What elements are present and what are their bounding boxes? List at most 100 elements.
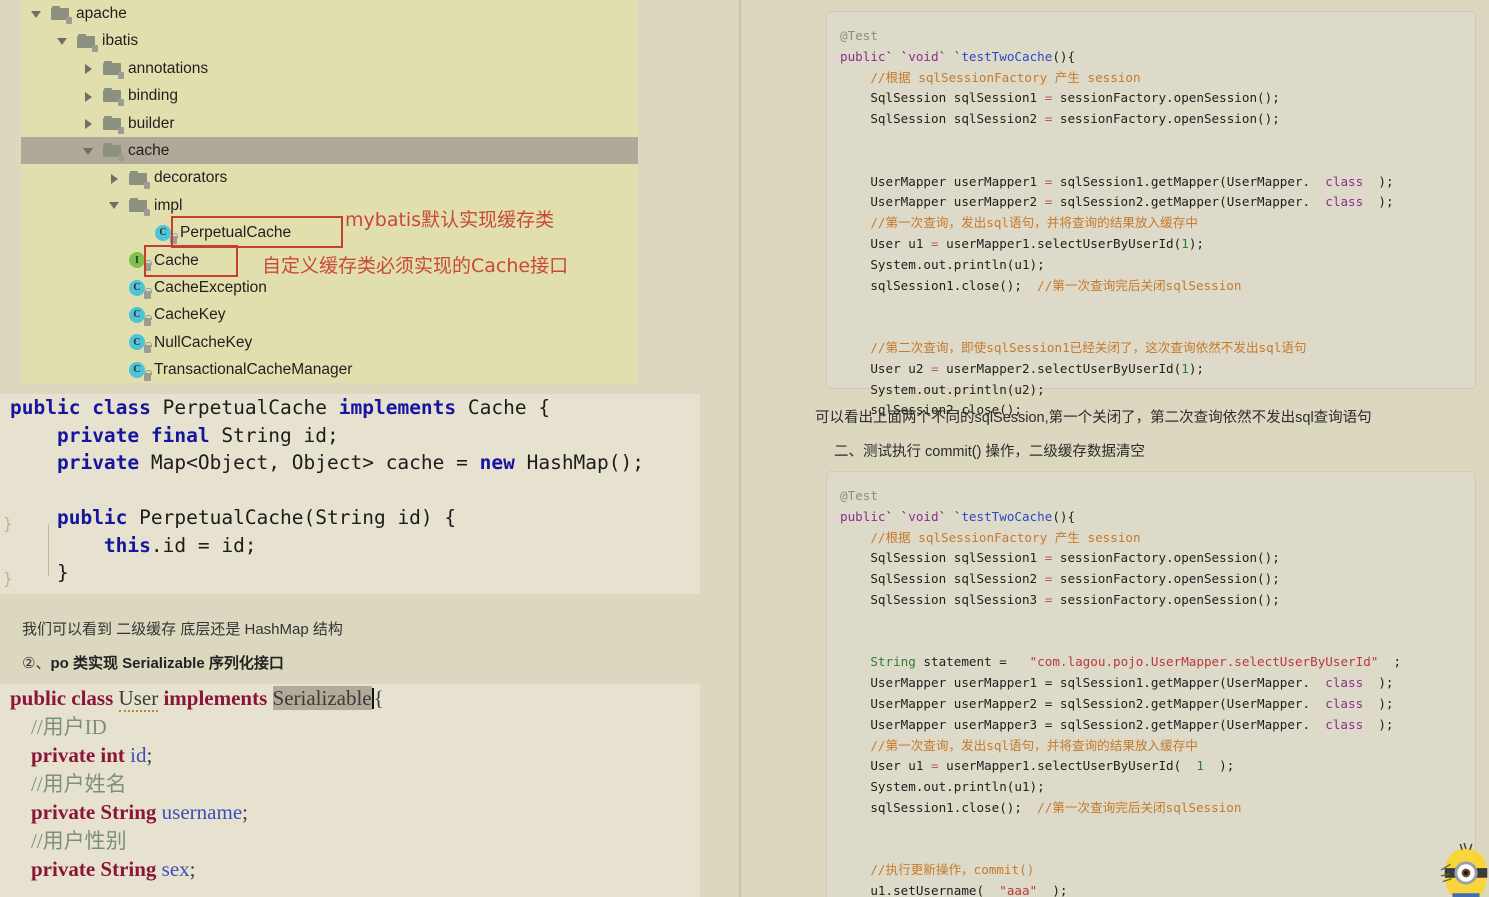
code-token: //根据 sqlSessionFactory 产生 session (840, 69, 1141, 85)
tree-row[interactable]: builder (21, 110, 638, 137)
folder-icon (103, 143, 124, 162)
class-icon: C (129, 279, 152, 299)
fold-indent-guide (48, 524, 49, 576)
code-line: User u1 = userMapper1.selectUserByUserId… (840, 234, 1475, 255)
tree-row[interactable]: C CacheException (21, 274, 638, 301)
tree-row[interactable]: annotations (21, 55, 638, 82)
code-line: //根据 sqlSessionFactory 产生 session (840, 528, 1475, 549)
tree-row[interactable]: C CacheKey (21, 301, 638, 328)
code-line: u1.setUsername( "aaa" ); (840, 881, 1475, 897)
chevron-down-icon[interactable] (31, 8, 43, 20)
code-token: public (840, 508, 886, 524)
class-icon: C (129, 361, 152, 381)
code-token: ); (1203, 758, 1235, 774)
tree-row[interactable]: decorators (21, 164, 638, 191)
code-token: public (56, 506, 128, 529)
lock-badge-icon (118, 126, 124, 134)
code-line: //第一次查询，发出sql语句，并将查询的结果放入缓存中 (840, 213, 1475, 234)
code-token: ); (1363, 194, 1394, 210)
code-token: } (10, 561, 69, 584)
code-token: public (840, 48, 886, 64)
class-icon: C (129, 306, 152, 326)
project-structure-tree[interactable]: apache ibatis annotations binding builder cac… (21, 0, 638, 383)
code-token: ); (1363, 695, 1394, 711)
tree-row[interactable]: ibatis (21, 27, 638, 54)
icon-glyph: C (129, 279, 145, 296)
icon-glyph: I (129, 252, 145, 269)
code-token: UserMapper userMapper2 (840, 194, 1045, 210)
field-name: sex (161, 857, 190, 881)
tree-row[interactable]: apache (21, 0, 638, 27)
lock-badge-icon (170, 232, 178, 244)
tree-row[interactable]: binding (21, 82, 638, 109)
tree-row[interactable]: C TransactionalCacheManager (21, 356, 638, 383)
selected-identifier[interactable]: Serializable (272, 686, 372, 710)
folder-icon (129, 197, 150, 216)
code-token: public (10, 396, 81, 419)
code-line: //根据 sqlSessionFactory 产生 session (840, 68, 1475, 89)
tree-item-label: decorators (154, 169, 228, 187)
code-line: public` `void` `testTwoCache(){ (840, 507, 1475, 528)
code-token: class (1325, 194, 1364, 210)
code-token: (){ (1052, 508, 1076, 524)
code-token: = (931, 758, 939, 774)
icon-glyph: C (129, 334, 145, 351)
chevron-right-icon[interactable] (109, 172, 121, 185)
tree-item-label: binding (128, 87, 178, 105)
code-token: class (1325, 716, 1364, 732)
code-token: String (870, 654, 916, 670)
code-line: @Test (840, 26, 1475, 47)
code-token: (){ (1052, 48, 1076, 64)
code-line: this.id = id; (0, 532, 700, 560)
code-line: @Test (840, 486, 1475, 507)
tree-item-label: PerpetualCache (180, 224, 292, 242)
code-token: this (103, 533, 151, 557)
test-two-cache-first-code: @Test public` `void` `testTwoCache(){ //根… (827, 12, 1475, 421)
tree-row[interactable]: C NullCacheKey (21, 329, 638, 356)
chevron-down-icon[interactable] (109, 199, 121, 211)
tree-item-label: NullCacheKey (154, 333, 253, 351)
left-column: apache ibatis annotations binding builder cac… (0, 0, 739, 897)
code-token: UserMapper userMapper2 = sqlSession2.get… (840, 695, 1326, 711)
code-token: sessionFactory.openSession(); (1052, 591, 1280, 607)
code-line: private String sex; (0, 855, 700, 884)
semicolon: ; (189, 857, 196, 881)
fold-marker-open[interactable]: } (3, 514, 13, 533)
code-token: ); (1188, 360, 1204, 376)
keyword-private: private (31, 857, 96, 881)
code-token: u1.setUsername( (840, 883, 1000, 897)
code-token: final (150, 423, 210, 447)
code-token: ` ` (885, 508, 909, 524)
code-token: sqlSession1.getMapper(UserMapper. (1052, 173, 1326, 189)
folder-icon (103, 60, 124, 79)
chevron-right-icon[interactable] (83, 117, 95, 130)
lock-badge-icon (118, 99, 124, 107)
code-comment: //用户性别 (31, 828, 127, 853)
chevron-down-icon[interactable] (83, 145, 95, 157)
fold-marker-close[interactable]: } (3, 569, 13, 588)
chevron-down-icon[interactable] (57, 35, 69, 47)
code-token: class (92, 396, 151, 419)
code-token: PerpetualCache (150, 396, 339, 419)
chevron-right-icon[interactable] (83, 62, 95, 75)
code-token: 1 (1196, 758, 1204, 774)
code-token: SqlSession sqlSession1 (840, 550, 1045, 566)
code-token: testTwoCache (961, 48, 1053, 64)
tree-row[interactable]: cache (21, 136, 638, 165)
code-token: //第二次查询，即使sqlSession1已经关闭了，这次查询依然不发出sql语… (840, 339, 1307, 355)
chevron-right-icon[interactable] (83, 90, 95, 102)
code-token: SqlSession sqlSession2 (840, 571, 1045, 587)
code-token: new (479, 451, 515, 474)
code-line: System.out.println(u1); (840, 255, 1475, 276)
